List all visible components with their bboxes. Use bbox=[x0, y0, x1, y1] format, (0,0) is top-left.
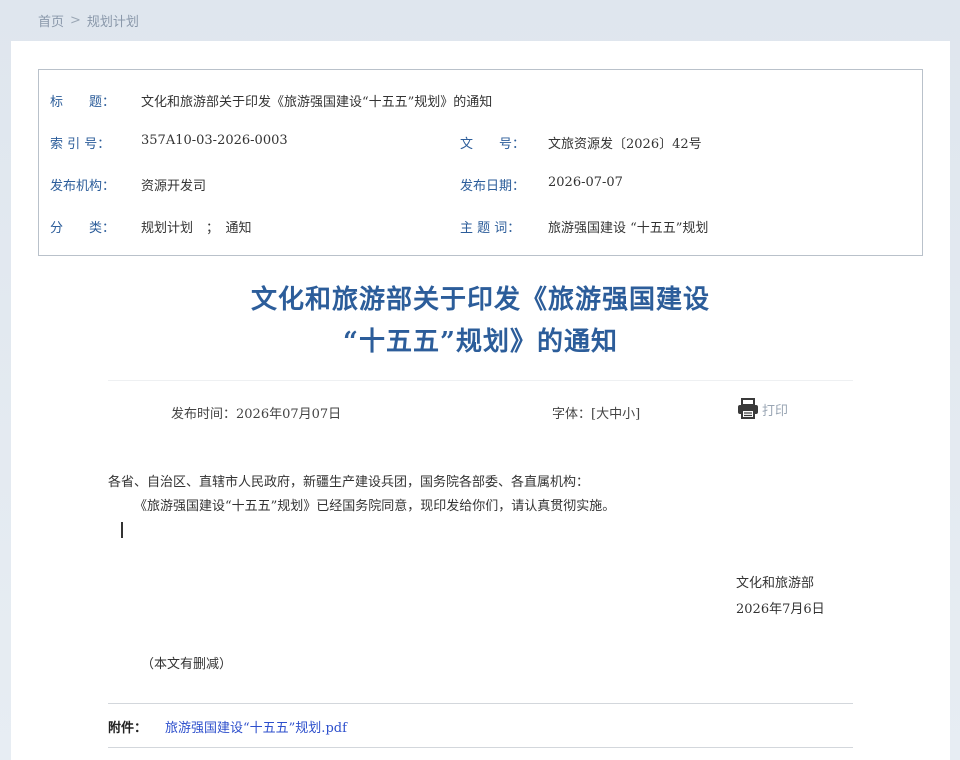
meta-docno-key: 文 号： bbox=[460, 137, 526, 152]
font-size-small-button[interactable]: 小 bbox=[622, 407, 635, 422]
attachment-row: 附件： 旅游强国建设“十五五”规划.pdf bbox=[108, 717, 347, 736]
abridged-note: （本文有删减） bbox=[141, 657, 233, 672]
breadcrumb-separator: > bbox=[70, 13, 81, 28]
divider bbox=[108, 747, 853, 748]
printer-icon bbox=[738, 398, 758, 419]
meta-index-key: 索 引 号： bbox=[50, 137, 111, 152]
font-size-control: 字体：[大中小] bbox=[552, 403, 640, 422]
meta-row-org: 发布机构： 资源开发司 发布日期： 2026-07-07 bbox=[39, 175, 922, 195]
meta-index-value: 357A10-03-2026-0003 bbox=[141, 133, 288, 148]
article-title-line-2: “十五五”规划》的通知 bbox=[343, 327, 618, 357]
article-title-line-1: 文化和旅游部关于印发《旅游强国建设 bbox=[250, 285, 710, 315]
article-info-bar: 发布时间：2026年07月07日 字体：[大中小] 打印 bbox=[11, 398, 950, 423]
meta-title-key: 标 题： bbox=[50, 95, 116, 110]
divider bbox=[108, 380, 853, 381]
attachment-label: 附件： bbox=[108, 721, 148, 736]
meta-org-key: 发布机构： bbox=[50, 179, 116, 194]
meta-docno-value: 文旅资源发〔2026〕42号 bbox=[548, 137, 702, 152]
divider bbox=[108, 703, 853, 704]
signer-name: 文化和旅游部 bbox=[736, 576, 815, 591]
breadcrumb: 首页 > 规划计划 bbox=[38, 11, 139, 30]
sign-date: 2026年7月6日 bbox=[736, 602, 825, 617]
meta-category-key: 分 类： bbox=[50, 221, 116, 236]
signature-block: 文化和旅游部 2026年7月6日 bbox=[736, 571, 825, 623]
meta-org-value: 资源开发司 bbox=[141, 179, 207, 194]
meta-date-key: 发布日期： bbox=[460, 179, 526, 194]
meta-date-value: 2026-07-07 bbox=[548, 175, 623, 190]
meta-row-index: 索 引 号： 357A10-03-2026-0003 文 号： 文旅资源发〔20… bbox=[39, 133, 922, 153]
breadcrumb-home-link[interactable]: 首页 bbox=[38, 11, 64, 30]
article-page: 标 题： 文化和旅游部关于印发《旅游强国建设“十五五”规划》的通知 索 引 号：… bbox=[11, 41, 950, 760]
print-button[interactable]: 打印 bbox=[736, 397, 788, 421]
font-size-label: 字体： bbox=[552, 407, 592, 422]
breadcrumb-current-link[interactable]: 规划计划 bbox=[87, 11, 139, 30]
meta-category-value: 规划计划 ； 通知 bbox=[141, 221, 252, 236]
font-size-bracket-close: ] bbox=[635, 407, 641, 422]
font-size-large-button[interactable]: 大 bbox=[596, 407, 609, 422]
publish-time: 发布时间：2026年07月07日 bbox=[171, 407, 342, 422]
attachment-link[interactable]: 旅游强国建设“十五五”规划.pdf bbox=[165, 717, 347, 736]
article-title: 文化和旅游部关于印发《旅游强国建设 “十五五”规划》的通知 bbox=[11, 279, 950, 363]
metadata-table: 标 题： 文化和旅游部关于印发《旅游强国建设“十五五”规划》的通知 索 引 号：… bbox=[38, 69, 923, 256]
body-paragraph: 《旅游强国建设“十五五”规划》已经国务院同意，现印发给你们，请认真贯彻实施。 bbox=[134, 499, 616, 514]
recipients-paragraph: 各省、自治区、直辖市人民政府，新疆生产建设兵团，国务院各部委、各直属机构： bbox=[108, 475, 590, 490]
font-size-medium-button[interactable]: 中 bbox=[609, 407, 622, 422]
text-cursor bbox=[121, 522, 123, 538]
meta-topic-key: 主 题 词： bbox=[460, 221, 521, 236]
meta-title-value: 文化和旅游部关于印发《旅游强国建设“十五五”规划》的通知 bbox=[141, 95, 493, 110]
print-label: 打印 bbox=[762, 403, 789, 419]
meta-topic-value: 旅游强国建设 “十五五”规划 bbox=[548, 221, 709, 236]
article-body: 各省、自治区、直辖市人民政府，新疆生产建设兵团，国务院各部委、各直属机构： 《旅… bbox=[108, 471, 853, 519]
meta-row-category: 分 类： 规划计划 ； 通知 主 题 词： 旅游强国建设 “十五五”规划 bbox=[39, 217, 922, 237]
meta-row-title: 标 题： 文化和旅游部关于印发《旅游强国建设“十五五”规划》的通知 bbox=[39, 91, 922, 111]
